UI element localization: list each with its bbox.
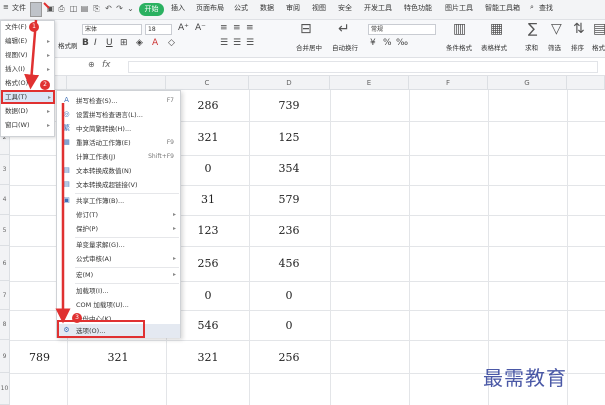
watermark-text: 最需教育 [483,366,567,390]
annotation-arrows [24,2,71,324]
highlight-tools-item [1,90,55,104]
step-badge-3: 3 [72,313,82,323]
spreadsheet-window: ≡ 文件 ▣ ⎙ ◫ ▤ ⎘ ↶ ↷ ⌄ 开始 插入 页面布局 公式 数据 审阅… [0,0,605,405]
step-badge-2: 2 [40,80,50,90]
highlight-options-item [57,320,145,338]
arrow-to-dropdown [43,2,50,9]
step-badge-1: 1 [29,22,39,32]
